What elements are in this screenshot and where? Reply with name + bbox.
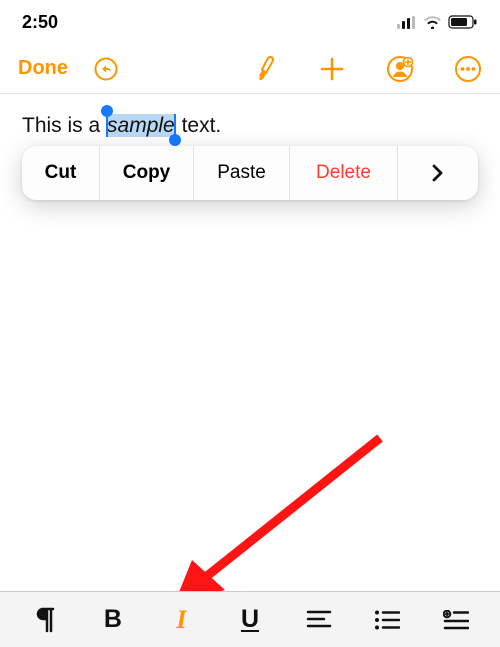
- context-menu: Cut Copy Paste Delete: [22, 146, 478, 200]
- selected-text[interactable]: sample: [106, 114, 176, 137]
- status-icons: [397, 15, 478, 29]
- underline-button[interactable]: U: [228, 598, 272, 642]
- undo-icon: [93, 56, 119, 82]
- main-toolbar: Done: [0, 44, 500, 94]
- copy-button[interactable]: Copy: [100, 146, 194, 200]
- paste-button[interactable]: Paste: [194, 146, 290, 200]
- chevron-right-icon: [432, 164, 444, 182]
- format-keyboard-bar: B I U: [0, 591, 500, 647]
- align-icon: [306, 610, 332, 630]
- document-text[interactable]: This is a sample text.: [22, 112, 478, 139]
- text-before: This is a: [22, 114, 106, 137]
- insert-block-icon: [443, 610, 469, 630]
- insert-block-button[interactable]: [434, 598, 478, 642]
- cellular-icon: [397, 16, 417, 29]
- bullet-list-icon: [374, 610, 400, 630]
- pilcrow-icon: [33, 607, 55, 633]
- annotation-arrow: [155, 430, 395, 610]
- bullet-list-button[interactable]: [365, 598, 409, 642]
- delete-button[interactable]: Delete: [290, 146, 398, 200]
- wifi-icon: [423, 15, 442, 29]
- add-button[interactable]: [318, 55, 346, 83]
- collaborate-button[interactable]: [386, 55, 414, 83]
- document-area[interactable]: This is a sample text. Cut Copy Paste De…: [0, 94, 500, 157]
- cut-button[interactable]: Cut: [22, 146, 100, 200]
- more-button[interactable]: [454, 55, 482, 83]
- paragraph-style-button[interactable]: [22, 598, 66, 642]
- brush-icon: [251, 55, 277, 83]
- status-time: 2:50: [22, 12, 58, 33]
- ellipsis-icon: [454, 55, 482, 83]
- context-more-button[interactable]: [398, 146, 478, 200]
- undo-button[interactable]: [92, 55, 120, 83]
- selection-handle-end[interactable]: [169, 134, 181, 146]
- person-add-icon: [386, 55, 414, 83]
- italic-button[interactable]: I: [159, 598, 203, 642]
- done-button[interactable]: Done: [18, 57, 68, 80]
- selection-handle-start[interactable]: [101, 105, 113, 117]
- status-bar: 2:50: [0, 0, 500, 44]
- text-after: text.: [176, 114, 222, 137]
- align-button[interactable]: [297, 598, 341, 642]
- plus-icon: [319, 56, 345, 82]
- bold-button[interactable]: B: [91, 598, 135, 642]
- battery-icon: [448, 15, 478, 29]
- format-brush-button[interactable]: [250, 55, 278, 83]
